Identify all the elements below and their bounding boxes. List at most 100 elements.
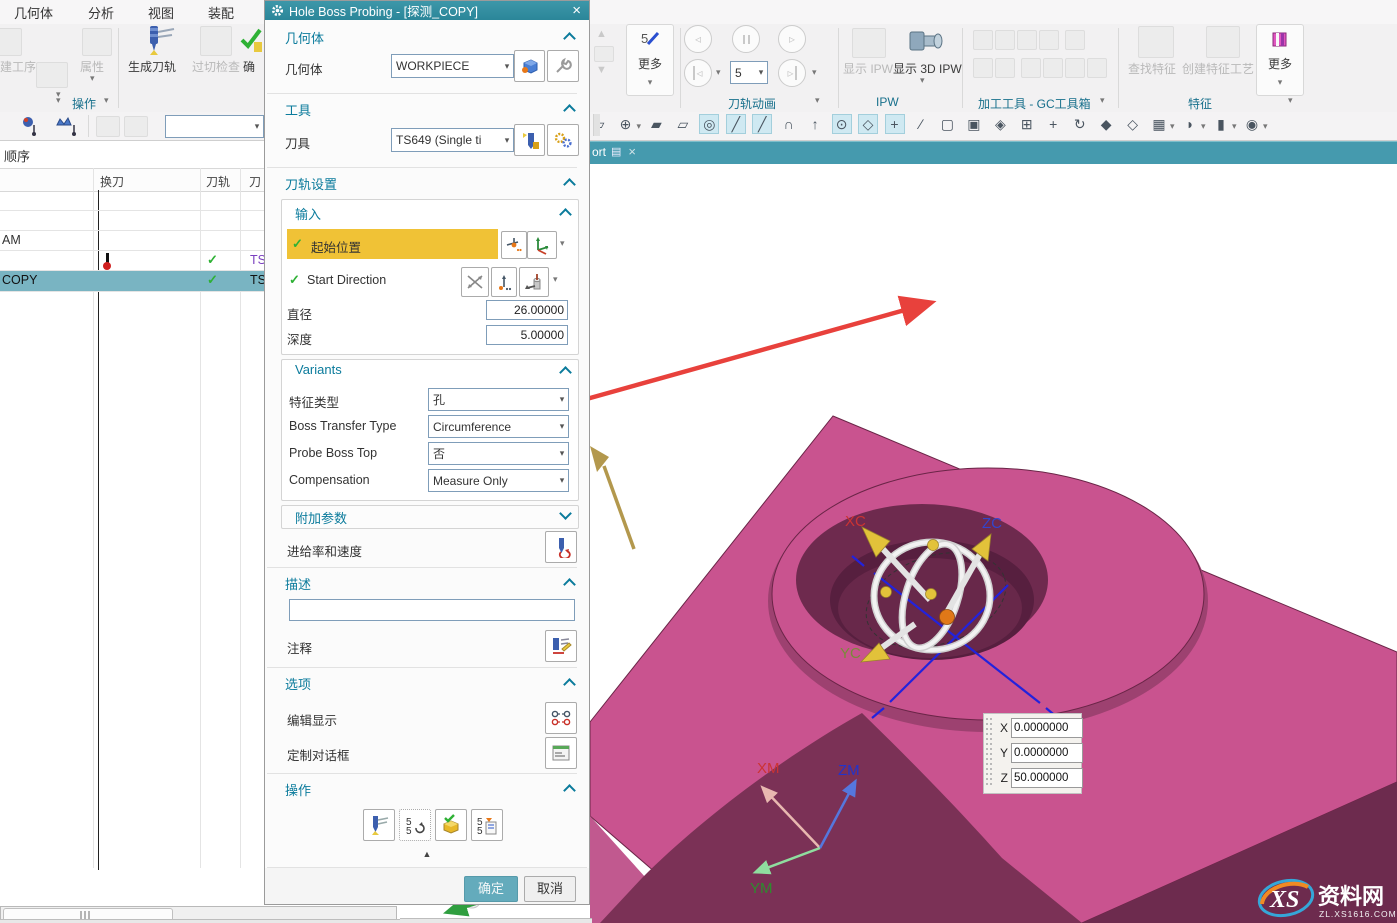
snap-point-on-icon[interactable]: ◈	[990, 114, 1010, 134]
go-end-caret[interactable]: ▾	[812, 68, 817, 77]
point-constructor-button[interactable]	[501, 231, 527, 259]
snap-curve-icon[interactable]: ∕	[911, 114, 931, 134]
start-dir-caret[interactable]: ▾	[553, 275, 558, 284]
action-list-button[interactable]: 55	[471, 809, 503, 841]
new-geometry-button[interactable]	[514, 50, 545, 82]
description-header[interactable]: 描述	[285, 574, 311, 593]
variants-header[interactable]: Variants	[295, 362, 342, 377]
go-end-button[interactable]: ▹	[778, 59, 806, 87]
action-replay-button[interactable]: 55	[399, 809, 431, 841]
boss-transfer-combo[interactable]: Circumference▾	[428, 415, 569, 438]
tab-assembly[interactable]: 装配	[208, 3, 234, 22]
action-generate-button[interactable]	[363, 809, 395, 841]
group-caret[interactable]: ▾	[56, 96, 61, 105]
x-coord-input[interactable]: 0.0000000	[1011, 718, 1083, 738]
col-toolpath[interactable]: 刀轨	[206, 173, 230, 190]
snap-pole-icon[interactable]: ↑	[805, 114, 825, 134]
show-ipw-icon[interactable]	[852, 28, 886, 58]
step-back-button[interactable]: ◃	[684, 25, 712, 53]
cyl-caret[interactable]: ▾	[1232, 121, 1237, 131]
tool-section-header[interactable]: 工具	[285, 100, 311, 119]
view-pan-icon[interactable]: +	[1043, 114, 1063, 134]
tab-geometry[interactable]: 几何体	[14, 3, 53, 22]
start-pos-caret[interactable]: ▾	[560, 239, 565, 248]
snap-intersection-icon[interactable]: +	[885, 114, 905, 134]
view-grid-icon[interactable]: ▦	[1149, 114, 1169, 134]
show-3d-ipw-caret[interactable]: ▾	[920, 76, 925, 85]
feature-group-caret[interactable]: ▾	[1288, 96, 1293, 105]
diameter-input[interactable]	[486, 300, 568, 320]
path-settings-section-header[interactable]: 刀轨设置	[285, 174, 337, 193]
description-chevron[interactable]	[563, 578, 576, 591]
more-button-feature[interactable]: 更多 ▾	[1256, 24, 1304, 96]
half-caret[interactable]: ▾	[1201, 121, 1206, 131]
description-input[interactable]	[289, 599, 575, 621]
object-pin-icon[interactable]	[20, 115, 48, 137]
snap-facet-icon[interactable]: ▣	[964, 114, 984, 134]
pause-button[interactable]	[732, 25, 760, 53]
path-settings-chevron[interactable]	[563, 178, 576, 191]
tab-view[interactable]: 视图	[148, 3, 174, 22]
view-info-icon[interactable]: ◉	[1242, 114, 1262, 134]
confirm-toolpath-label[interactable]: 确	[243, 58, 263, 75]
dialog-titlebar[interactable]: Hole Boss Probing - [探测_COPY] ×	[265, 1, 589, 20]
go-start-button[interactable]: ◃	[684, 59, 712, 87]
ops-group-caret[interactable]: ▾	[104, 96, 109, 105]
snap-midpoint-icon[interactable]: ╱	[726, 114, 746, 134]
confirm-toolpath-icon[interactable]	[240, 26, 264, 54]
options-chevron[interactable]	[563, 678, 576, 691]
tab-close-icon[interactable]: ×	[628, 144, 636, 159]
snap-point-dialog-icon[interactable]: ⊕	[615, 114, 635, 134]
speed-combo[interactable]: 5▾	[730, 61, 768, 84]
tool-collapse-chevron[interactable]	[563, 104, 576, 117]
ok-button[interactable]: 确定	[464, 876, 518, 902]
edit-geometry-button[interactable]	[547, 50, 579, 82]
move-down-icon[interactable]: ▼	[596, 64, 607, 76]
note-edit-button[interactable]	[545, 630, 577, 662]
depth-input[interactable]	[486, 325, 568, 345]
attributes-icon[interactable]	[82, 28, 112, 56]
start-position-row[interactable]: ✓ 起始位置	[287, 229, 498, 259]
feeds-speeds-button[interactable]	[545, 531, 577, 563]
geometry-section-header[interactable]: 几何体	[285, 28, 324, 47]
view-rotate-icon[interactable]: ↻	[1070, 114, 1090, 134]
find-feature-icon[interactable]	[1138, 26, 1174, 58]
vector-dialog-button[interactable]	[519, 267, 549, 297]
tool-settings-button[interactable]	[547, 124, 579, 156]
view-shaded-icon[interactable]: ◆	[1096, 114, 1116, 134]
view-cylinder-icon[interactable]: ▮	[1211, 114, 1231, 134]
geometry-collapse-chevron[interactable]	[563, 32, 576, 45]
compensation-combo[interactable]: Measure Only▾	[428, 469, 569, 492]
col-tool[interactable]: 刀	[249, 173, 261, 190]
more-button-anim[interactable]: 5 更多 ▾	[626, 24, 674, 96]
custom-dialog-button[interactable]	[545, 737, 577, 769]
snap-caret[interactable]: ▾	[636, 121, 641, 131]
generate-toolpath-icon[interactable]	[142, 24, 176, 56]
generate-toolpath-label[interactable]: 生成刀轨	[128, 58, 176, 75]
drag-grip[interactable]	[986, 718, 993, 788]
attributes-caret[interactable]: ▾	[90, 74, 95, 83]
actions-header[interactable]: 操作	[285, 780, 311, 799]
snap-arc-icon[interactable]: ∩	[779, 114, 799, 134]
snap-solid-icon[interactable]: ▰	[646, 114, 666, 134]
col-tool-change[interactable]: 换刀	[100, 173, 124, 190]
show-3d-ipw-icon[interactable]	[908, 26, 946, 56]
snap-face-icon[interactable]: ▱	[673, 114, 693, 134]
move-up-icon[interactable]: ▲	[596, 28, 607, 40]
dialog-collapse-toggle[interactable]: ▲	[265, 849, 589, 859]
layers-icon[interactable]	[594, 46, 614, 62]
crown-pin-icon[interactable]	[54, 115, 82, 137]
point-dialog-button[interactable]	[491, 267, 517, 297]
tab-analysis[interactable]: 分析	[88, 3, 114, 22]
play-button[interactable]: ▹	[778, 25, 806, 53]
tool-combo[interactable]: TS649 (Single ti▾	[391, 128, 514, 152]
input-header[interactable]: 输入	[295, 204, 321, 223]
anim-group-caret[interactable]: ▾	[815, 96, 820, 105]
geometry-combo[interactable]: WORKPIECE▾	[391, 54, 514, 78]
snap-endpoint-icon[interactable]: ◎	[699, 114, 719, 134]
part-tab[interactable]: ort ▤ ×	[592, 144, 636, 159]
mill-area-icon[interactable]	[36, 62, 68, 88]
grid-caret[interactable]: ▾	[1170, 121, 1175, 131]
probe-boss-top-combo[interactable]: 否▾	[428, 442, 569, 465]
show-3d-ipw-label[interactable]: 显示 3D IPW	[893, 60, 962, 77]
